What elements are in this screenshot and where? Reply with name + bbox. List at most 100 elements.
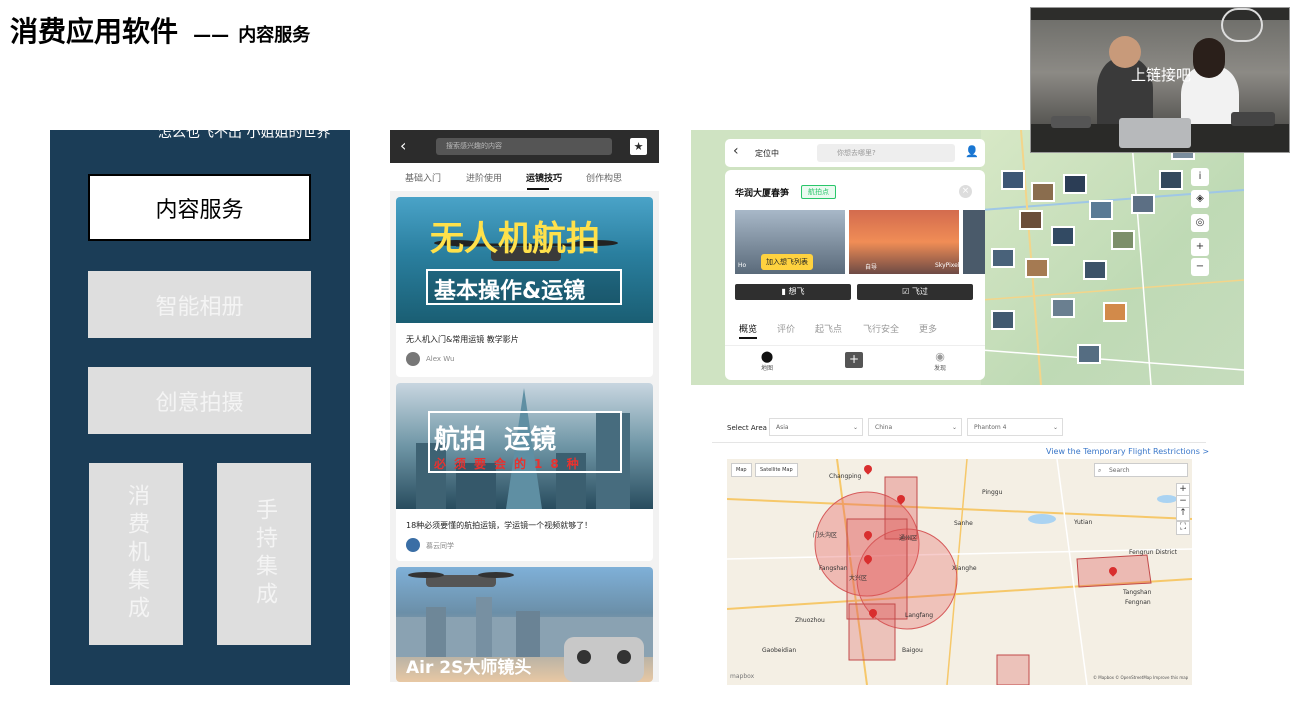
user-icon[interactable]: 👤 bbox=[965, 145, 979, 158]
city-label: Pinggu bbox=[982, 489, 1003, 496]
map-canvas[interactable]: Map Satellite Map ⌕ Search + − ↑ ⛶ Changp… bbox=[727, 459, 1192, 685]
tab-overview[interactable]: 概览 bbox=[739, 322, 757, 335]
tab-advanced[interactable]: 进阶使用 bbox=[466, 171, 502, 184]
fullscreen-button[interactable]: ⛶ bbox=[1176, 521, 1190, 535]
photo-marker[interactable] bbox=[1131, 194, 1155, 214]
photo-marker[interactable] bbox=[1025, 258, 1049, 278]
destination-search-input[interactable]: 你想去哪里? bbox=[817, 144, 955, 162]
photo-marker[interactable] bbox=[1083, 260, 1107, 280]
photo-marker[interactable] bbox=[1063, 174, 1087, 194]
menu-drone-integration[interactable]: 消费机集成 bbox=[89, 463, 183, 645]
select-area-label: Select Area bbox=[727, 424, 767, 432]
video-thumbnail: Air 2S大师镜头 bbox=[396, 567, 653, 682]
back-icon[interactable]: ‹ bbox=[733, 143, 739, 159]
tab-camera-moves[interactable]: 运镜技巧 bbox=[526, 171, 562, 184]
video-card[interactable]: 航拍 运镜 必须要会的18种 18种必须要懂的航拍运镜，学运镜一个视频就够了！ … bbox=[396, 383, 653, 561]
nav-discover-label: 发现 bbox=[933, 365, 946, 372]
region-select-value: Asia bbox=[776, 424, 789, 431]
add-to-wishlist-tooltip[interactable]: 加入想飞列表 bbox=[761, 254, 813, 270]
video-thumbnail: 无人机航拍 基本操作&运镜 bbox=[396, 197, 653, 323]
spot-photo[interactable] bbox=[963, 210, 985, 274]
want-to-fly-button[interactable]: ▮ 想飞 bbox=[735, 284, 851, 300]
city-label: Gaobeidian bbox=[762, 647, 797, 654]
photo-marker[interactable] bbox=[1103, 302, 1127, 322]
photo-marker[interactable] bbox=[1051, 298, 1075, 318]
discover-icon: ◉ bbox=[935, 350, 945, 363]
video-card[interactable]: Air 2S大师镜头 bbox=[396, 567, 653, 682]
photo-marker[interactable] bbox=[1159, 170, 1183, 190]
layers-icon[interactable]: ◈ bbox=[1191, 190, 1209, 208]
spot-badge: 航拍点 bbox=[801, 185, 836, 199]
country-select-value: China bbox=[875, 424, 893, 431]
flown-button[interactable]: ☑ 飞过 bbox=[857, 284, 973, 300]
spot-photo[interactable]: 自导 SkyPixel bbox=[849, 210, 960, 274]
aircraft-select[interactable]: Phantom 4 ⌄ bbox=[967, 418, 1063, 436]
city-label: Fengnan bbox=[1125, 599, 1151, 606]
photo-credit: Ho bbox=[738, 262, 747, 269]
avatar bbox=[406, 352, 420, 366]
search-icon: ⌕ bbox=[1098, 467, 1102, 474]
nav-map[interactable]: ⬤ 地图 bbox=[757, 350, 777, 372]
webcam-caption: 上链接吧 bbox=[1131, 66, 1192, 84]
location-status[interactable]: 定位中 bbox=[755, 148, 779, 159]
check-icon: ☑ bbox=[902, 287, 912, 296]
active-tab-indicator bbox=[527, 188, 549, 190]
country-select[interactable]: China ⌄ bbox=[868, 418, 962, 436]
map-search-input[interactable]: ⌕ Search bbox=[1094, 463, 1188, 477]
tab-takeoff[interactable]: 起飞点 bbox=[815, 322, 842, 335]
search-input[interactable]: 搜索感兴趣的内容 bbox=[436, 138, 612, 155]
photo-marker[interactable] bbox=[1111, 230, 1135, 250]
tab-more[interactable]: 更多 bbox=[919, 322, 937, 335]
map-tab[interactable]: Map bbox=[731, 463, 752, 477]
city-label: Zhuozhou bbox=[795, 617, 825, 624]
info-icon[interactable]: i bbox=[1191, 168, 1209, 186]
presenter-webcam: 上链接吧 bbox=[1030, 7, 1290, 153]
avatar bbox=[406, 538, 420, 552]
banner-line2: 基本操作&运镜 bbox=[434, 279, 586, 304]
nav-discover[interactable]: ◉ 发现 bbox=[930, 350, 950, 372]
add-button[interactable]: + bbox=[845, 352, 863, 368]
photo-credit: 自导 bbox=[865, 264, 878, 271]
category-tabs: 基础入门 进阶使用 运镜技巧 创作构思 bbox=[390, 163, 659, 191]
city-label: 通州区 bbox=[899, 535, 918, 542]
photo-marker[interactable] bbox=[991, 310, 1015, 330]
map-attribution[interactable]: © Mapbox © OpenStreetMap Improve this ma… bbox=[1093, 675, 1188, 680]
video-card[interactable]: 无人机航拍 基本操作&运镜 无人机入门&常用运镜 教学影片 Alex Wu bbox=[396, 197, 653, 377]
zoom-in-icon[interactable]: + bbox=[1191, 238, 1209, 256]
photo-marker[interactable] bbox=[1001, 170, 1025, 190]
photo-marker[interactable] bbox=[1051, 226, 1075, 246]
photo-marker[interactable] bbox=[991, 248, 1015, 268]
satellite-tab[interactable]: Satellite Map bbox=[755, 463, 798, 477]
zoom-out-icon[interactable]: − bbox=[1191, 258, 1209, 276]
tab-basics[interactable]: 基础入门 bbox=[405, 171, 441, 184]
temporary-restrictions-link[interactable]: View the Temporary Flight Restrictions > bbox=[1046, 447, 1209, 456]
photo-marker[interactable] bbox=[1019, 210, 1043, 230]
locate-icon[interactable]: ◎ bbox=[1191, 214, 1209, 232]
photo-marker[interactable] bbox=[1089, 200, 1113, 220]
city-label: Baigou bbox=[902, 647, 923, 654]
back-icon[interactable]: ‹ bbox=[400, 136, 406, 156]
city-label: Tangshan bbox=[1123, 589, 1152, 596]
city-label: 大兴区 bbox=[849, 575, 868, 582]
close-icon[interactable]: × bbox=[959, 185, 972, 198]
map-search-bar: ‹ 定位中 你想去哪里? 👤 bbox=[725, 139, 985, 167]
photo-marker[interactable] bbox=[1031, 182, 1055, 202]
menu-smart-album[interactable]: 智能相册 bbox=[88, 271, 311, 338]
tab-flight-safety[interactable]: 飞行安全 bbox=[863, 322, 899, 335]
compass-button[interactable]: ↑ bbox=[1176, 507, 1190, 521]
banner-line1: 航拍 运镜 bbox=[434, 425, 557, 455]
laptop bbox=[1119, 118, 1191, 148]
menu-handheld-integration[interactable]: 手持集成 bbox=[217, 463, 311, 645]
category-panel: 怎么也飞不出 小姐姐的世界 内容服务 智能相册 创意拍摄 消费机集成 手持集成 bbox=[50, 130, 350, 685]
mapbox-logo: mapbox bbox=[730, 673, 755, 680]
banner-line1: 无人机航拍 bbox=[430, 219, 600, 259]
chevron-down-icon: ⌄ bbox=[852, 424, 858, 431]
author-name: Alex Wu bbox=[426, 355, 455, 363]
photo-marker[interactable] bbox=[1077, 344, 1101, 364]
region-select[interactable]: Asia ⌄ bbox=[769, 418, 863, 436]
bookmark-icon[interactable]: ★ bbox=[630, 138, 647, 155]
menu-creative-shoot[interactable]: 创意拍摄 bbox=[88, 367, 311, 434]
menu-content-service[interactable]: 内容服务 bbox=[88, 174, 311, 241]
tab-creative[interactable]: 创作构思 bbox=[586, 171, 622, 184]
tab-reviews[interactable]: 评价 bbox=[777, 322, 795, 335]
